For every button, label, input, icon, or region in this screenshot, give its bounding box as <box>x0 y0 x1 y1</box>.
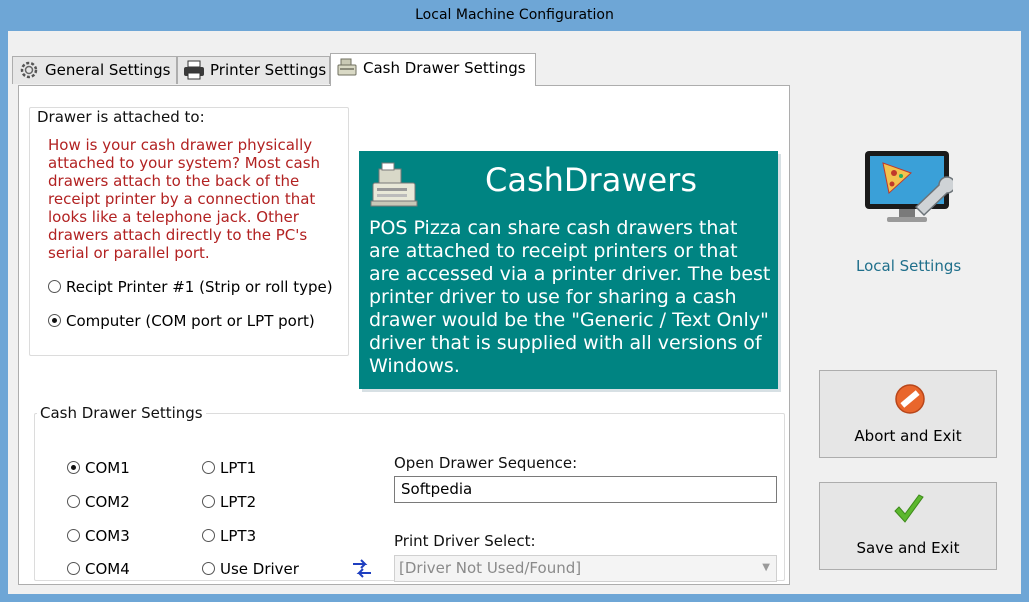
radio-com4[interactable]: COM4 <box>67 560 130 578</box>
open-drawer-sequence-label: Open Drawer Sequence: <box>394 454 578 472</box>
radio-label: Computer (COM port or LPT port) <box>66 312 315 330</box>
radio-label: COM1 <box>85 459 130 477</box>
radio-com3[interactable]: COM3 <box>67 527 130 545</box>
chevron-down-icon: ▼ <box>762 562 770 573</box>
radio-indicator[interactable] <box>48 280 61 293</box>
radio-label: LPT3 <box>220 527 257 545</box>
radio-indicator[interactable] <box>202 562 215 575</box>
print-driver-select[interactable]: [Driver Not Used/Found] ▼ <box>394 555 777 582</box>
radio-indicator[interactable] <box>67 529 80 542</box>
tab-printer-settings[interactable]: Printer Settings <box>177 56 330 84</box>
tab-cash-drawer-settings[interactable]: Cash Drawer Settings <box>330 53 536 86</box>
radio-label: COM4 <box>85 560 130 578</box>
save-button-label: Save and Exit <box>856 539 960 557</box>
gear-icon <box>18 60 40 80</box>
radio-label: Use Driver <box>220 560 299 578</box>
radio-lpt2[interactable]: LPT2 <box>202 493 256 511</box>
radio-label: Recipt Printer #1 (Strip or roll type) <box>66 278 333 296</box>
no-entry-icon <box>894 383 926 419</box>
radio-com1[interactable]: COM1 <box>67 459 130 477</box>
radio-computer-port[interactable]: Computer (COM port or LPT port) <box>48 312 315 330</box>
radio-indicator[interactable] <box>67 562 80 575</box>
local-settings-label: Local Settings <box>856 257 962 275</box>
radio-indicator[interactable] <box>67 495 80 508</box>
window-client: General Settings Printer Settings Cash D… <box>8 31 1021 594</box>
local-settings-icon <box>861 149 956 231</box>
radio-label: LPT1 <box>220 459 257 477</box>
cash-register-icon <box>336 57 358 77</box>
tab-label: Cash Drawer Settings <box>363 59 526 77</box>
printer-icon <box>183 60 205 80</box>
attachment-help-text: How is your cash drawer physically attac… <box>48 136 321 262</box>
radio-label: COM2 <box>85 493 130 511</box>
abort-and-exit-button[interactable]: Abort and Exit <box>819 370 997 458</box>
radio-lpt3[interactable]: LPT3 <box>202 527 256 545</box>
radio-indicator[interactable] <box>202 529 215 542</box>
tab-general-settings[interactable]: General Settings <box>12 56 177 84</box>
radio-receipt-printer[interactable]: Recipt Printer #1 (Strip or roll type) <box>48 278 333 296</box>
cash-register-icon <box>369 161 421 213</box>
info-body: POS Pizza can share cash drawers that ar… <box>369 217 771 377</box>
radio-indicator[interactable] <box>202 461 215 474</box>
cash-drawer-panel: Drawer is attached to: How is your cash … <box>18 85 790 585</box>
radio-indicator[interactable] <box>67 461 80 474</box>
window-title: Local Machine Configuration <box>415 7 614 23</box>
checkmark-icon <box>892 493 926 531</box>
radio-lpt1[interactable]: LPT1 <box>202 459 256 477</box>
drawer-attached-title: Drawer is attached to: <box>34 108 208 126</box>
window-title-bar: Local Machine Configuration <box>0 0 1029 31</box>
radio-indicator[interactable] <box>48 314 61 327</box>
refresh-drivers-icon[interactable] <box>350 558 374 584</box>
radio-label: LPT2 <box>220 493 257 511</box>
print-driver-select-value: [Driver Not Used/Found] <box>399 559 582 577</box>
tab-label: Printer Settings <box>210 61 327 79</box>
radio-use-driver[interactable]: Use Driver <box>202 560 299 578</box>
radio-indicator[interactable] <box>202 495 215 508</box>
print-driver-select-label: Print Driver Select: <box>394 532 536 550</box>
info-heading: CashDrawers <box>485 161 697 199</box>
cash-drawer-settings-title: Cash Drawer Settings <box>37 404 206 422</box>
cash-drawers-info-box: CashDrawers POS Pizza can share cash dra… <box>359 151 778 389</box>
abort-button-label: Abort and Exit <box>854 427 962 445</box>
radio-label: COM3 <box>85 527 130 545</box>
tab-label: General Settings <box>45 61 171 79</box>
save-and-exit-button[interactable]: Save and Exit <box>819 482 997 570</box>
radio-com2[interactable]: COM2 <box>67 493 130 511</box>
open-drawer-sequence-input[interactable]: Softpedia <box>394 476 777 503</box>
